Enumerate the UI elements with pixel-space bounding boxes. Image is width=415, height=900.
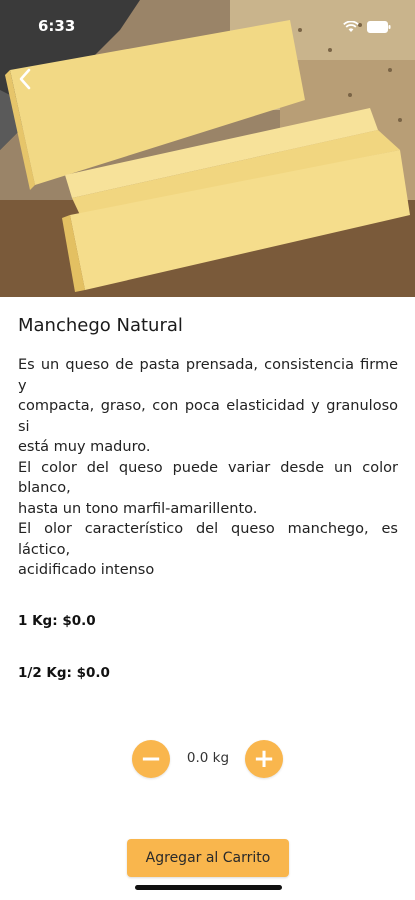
chevron-left-icon xyxy=(17,67,33,95)
home-indicator xyxy=(135,885,282,890)
add-to-cart-button[interactable]: Agregar al Carrito xyxy=(127,839,289,877)
description-line: El olor característico del queso mancheg… xyxy=(18,521,398,558)
wifi-icon xyxy=(343,18,359,37)
increase-button[interactable]: + xyxy=(245,740,283,778)
description-line: compacta, graso, con poca elasticidad y … xyxy=(18,398,398,435)
description-line: acidificado intenso xyxy=(18,562,155,578)
description-line: hasta un tono marfil-amarillento. xyxy=(18,500,258,517)
back-button[interactable] xyxy=(10,66,40,96)
battery-icon xyxy=(367,18,391,37)
quantity-value: 0.0 kg xyxy=(186,750,230,766)
description-line: está muy maduro. xyxy=(18,439,151,455)
decrease-button[interactable]: − xyxy=(132,740,170,778)
price-1kg: 1 Kg: $0.0 xyxy=(18,613,96,629)
status-time: 6:33 xyxy=(38,17,76,35)
description-line: El color del queso puede variar desde un… xyxy=(18,459,398,497)
plus-icon: + xyxy=(253,744,275,774)
status-bar: 6:33 xyxy=(0,0,415,50)
description-line: Es un queso de pasta prensada, consisten… xyxy=(18,357,398,394)
minus-icon: − xyxy=(140,744,162,774)
add-to-cart-label: Agregar al Carrito xyxy=(145,850,271,866)
product-title: Manchego Natural xyxy=(18,315,183,336)
quantity-stepper: − 0.0 kg + xyxy=(132,740,284,780)
price-half-kg: 1/2 Kg: $0.0 xyxy=(18,665,110,681)
product-description: Es un queso de pasta prensada, consisten… xyxy=(18,355,398,581)
